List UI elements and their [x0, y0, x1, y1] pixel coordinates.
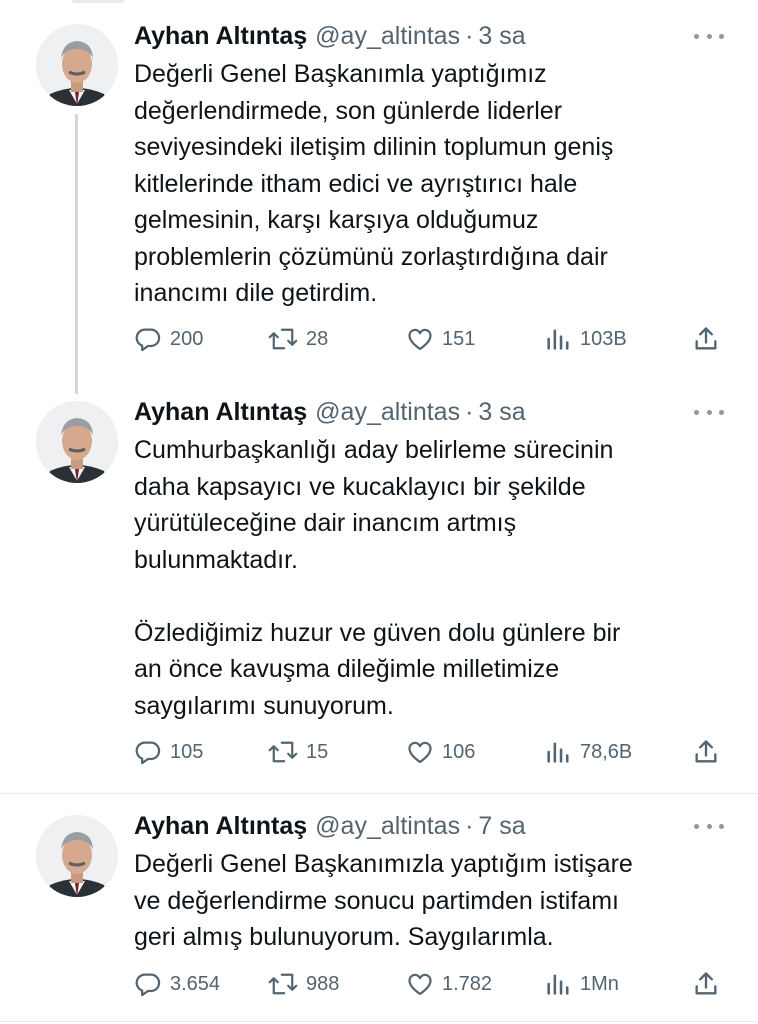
reply-count: 200	[170, 327, 204, 350]
reply-button[interactable]: 105	[134, 735, 203, 769]
retweet-icon	[268, 328, 298, 350]
author-handle[interactable]: @ay_altintas	[315, 398, 460, 427]
tweet-actions: 105 15 106 78,6B	[134, 735, 724, 769]
retweet-button[interactable]: 28	[268, 322, 328, 356]
tweet-divider	[0, 1021, 758, 1022]
like-button[interactable]: 151	[406, 322, 475, 356]
timestamp[interactable]: 3 sa	[478, 398, 525, 427]
tweet-header: Ayhan Altıntaş @ay_altintas · 3 sa	[134, 18, 526, 54]
separator: ·	[465, 21, 474, 50]
like-count: 106	[442, 740, 476, 763]
reply-button[interactable]: 3.654	[134, 967, 220, 1001]
author-handle[interactable]: @ay_altintas	[315, 812, 460, 841]
avatar[interactable]	[36, 401, 118, 483]
share-button[interactable]	[692, 967, 720, 1001]
tweet-header: Ayhan Altıntaş @ay_altintas · 7 sa	[134, 808, 526, 844]
like-button[interactable]: 106	[406, 735, 475, 769]
timestamp[interactable]: 3 sa	[478, 22, 525, 51]
views-button[interactable]: 103B	[544, 322, 627, 356]
like-count: 1.782	[442, 972, 493, 995]
heart-icon	[408, 741, 432, 764]
author-name[interactable]: Ayhan Altıntaş	[134, 22, 307, 51]
avatar[interactable]	[36, 24, 118, 106]
more-icon[interactable]	[694, 402, 724, 422]
views-icon	[547, 974, 569, 995]
reply-button[interactable]: 200	[134, 322, 203, 356]
retweet-count: 28	[306, 327, 329, 350]
heart-icon	[408, 328, 432, 351]
views-count: 103B	[580, 327, 627, 350]
timestamp[interactable]: 7 sa	[478, 812, 525, 841]
views-count: 1Mn	[580, 972, 619, 995]
retweet-count: 15	[306, 740, 329, 763]
tweet-text: Değerli Genel Başkanımla yaptığımız değe…	[134, 60, 614, 307]
share-icon	[695, 327, 717, 350]
retweet-icon	[268, 973, 298, 995]
tweet-header: Ayhan Altıntaş @ay_altintas · 3 sa	[134, 394, 526, 430]
heart-icon	[408, 973, 432, 996]
views-icon	[547, 329, 569, 350]
retweet-count: 988	[306, 972, 340, 995]
avatar[interactable]	[36, 815, 118, 897]
retweet-button[interactable]: 15	[268, 735, 328, 769]
reply-icon	[135, 973, 161, 997]
like-count: 151	[442, 327, 476, 350]
share-button[interactable]	[692, 735, 720, 769]
reply-icon	[135, 328, 161, 352]
author-name[interactable]: Ayhan Altıntaş	[134, 398, 307, 427]
more-icon[interactable]	[694, 26, 724, 46]
retweet-button[interactable]: 988	[268, 967, 339, 1001]
separator: ·	[465, 397, 474, 426]
like-button[interactable]: 1.782	[406, 967, 492, 1001]
share-button[interactable]	[692, 322, 720, 356]
views-count: 78,6B	[580, 740, 633, 763]
views-button[interactable]: 78,6B	[544, 735, 632, 769]
more-icon[interactable]	[694, 816, 724, 836]
tweet-text: Değerli Genel Başkanımızla yaptığım isti…	[134, 850, 633, 951]
retweet-icon	[268, 741, 298, 763]
tweet-actions: 3.654 988 1.782 1Mn	[134, 967, 724, 1001]
views-button[interactable]: 1Mn	[544, 967, 619, 1001]
views-icon	[547, 742, 569, 763]
thread-line	[75, 114, 78, 394]
tweet-divider	[0, 793, 758, 794]
tweet-actions: 200 28 151 103B	[134, 322, 724, 356]
tweet-text: Cumhurbaşkanlığı aday belirleme sürecini…	[134, 436, 621, 720]
author-name[interactable]: Ayhan Altıntaş	[134, 812, 307, 841]
reply-icon	[135, 741, 161, 765]
share-icon	[695, 740, 717, 763]
separator: ·	[465, 811, 474, 840]
author-handle[interactable]: @ay_altintas	[315, 22, 460, 51]
share-icon	[695, 972, 717, 995]
reply-count: 3.654	[170, 972, 221, 995]
top-edge	[72, 0, 124, 3]
reply-count: 105	[170, 740, 204, 763]
